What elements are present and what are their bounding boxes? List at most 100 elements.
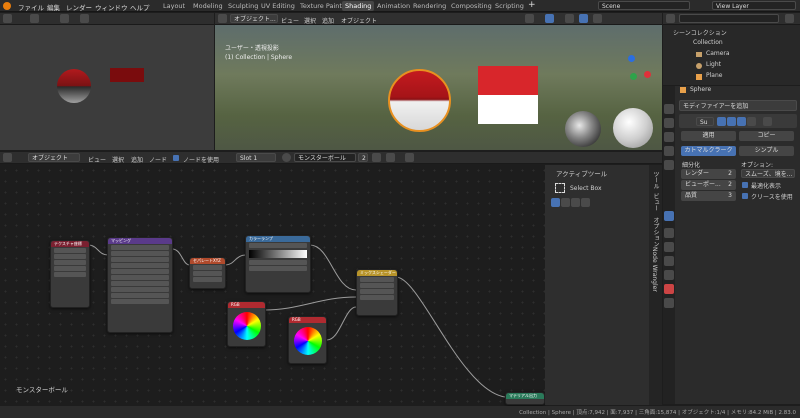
render-tab-icon[interactable] <box>664 118 674 128</box>
use-crease-checkbox[interactable] <box>742 193 748 199</box>
particles-tab-icon[interactable] <box>664 228 674 238</box>
menu-render[interactable]: レンダー <box>66 2 92 12</box>
tab-texture-paint[interactable]: Texture Paint <box>297 1 345 11</box>
rendered-shading-icon[interactable] <box>593 14 602 23</box>
material-users-count[interactable]: 2 <box>358 153 368 162</box>
add-modifier-dropdown[interactable]: モディファイアーを追加 <box>679 100 797 111</box>
modifier-name-field[interactable]: Su <box>696 117 714 126</box>
blender-logo-icon[interactable] <box>3 2 11 10</box>
object-tab-icon[interactable] <box>664 160 674 170</box>
edit-mode-icon[interactable] <box>717 117 726 126</box>
data-tab-icon[interactable] <box>664 270 674 280</box>
select-mode-invert-icon[interactable] <box>581 198 590 207</box>
material-output-node[interactable]: マテリアル出力 <box>505 392 545 405</box>
output-tab-icon[interactable] <box>664 132 674 142</box>
menu-view[interactable]: ビュー <box>88 155 106 164</box>
tab-options[interactable]: オプション <box>651 217 660 247</box>
material-name-field[interactable]: モンスターボール <box>294 153 356 162</box>
gizmo-z-icon[interactable] <box>628 55 635 62</box>
outliner-search[interactable] <box>679 14 779 23</box>
color-ramp-node[interactable]: カラーランプ <box>245 235 311 293</box>
mix-shader-node[interactable]: ミックスシェーダー <box>356 269 398 316</box>
texture-coordinate-node[interactable]: テクスチャ座標 <box>50 240 90 308</box>
select-mode-extend-icon[interactable] <box>561 198 570 207</box>
tab-uv-editing[interactable]: UV Editing <box>258 1 298 11</box>
texture-tab-icon[interactable] <box>664 298 674 308</box>
filter-icon[interactable] <box>785 14 794 23</box>
tab-layout[interactable]: Layout <box>160 1 188 11</box>
simple-button[interactable]: シンプル <box>739 146 794 156</box>
add-workspace-icon[interactable]: + <box>528 0 536 10</box>
outliner-item-camera[interactable]: Camera <box>706 50 730 57</box>
menu-add[interactable]: 追加 <box>322 16 334 25</box>
constraints-tab-icon[interactable] <box>664 256 674 266</box>
menu-file[interactable]: ファイル <box>18 2 44 12</box>
shader-type-dropdown[interactable]: オブジェクト <box>28 153 80 162</box>
catmull-clark-button[interactable]: カトマルクラーク <box>681 146 736 156</box>
fake-user-icon[interactable] <box>372 153 381 162</box>
tab-modeling[interactable]: Modeling <box>190 1 226 11</box>
transform-pivot-icon[interactable] <box>30 14 39 23</box>
menu-help[interactable]: ヘルプ <box>130 2 150 12</box>
solid-shading-icon[interactable] <box>565 14 574 23</box>
tab-animation[interactable]: Animation <box>374 1 413 11</box>
mode-dropdown[interactable]: オブジェクト... <box>230 14 278 23</box>
apply-button[interactable]: 適用 <box>681 131 736 141</box>
outliner-item-light[interactable]: Light <box>706 61 721 68</box>
navigation-gizmo[interactable] <box>612 55 652 95</box>
mapping-node[interactable]: マッピング <box>107 237 173 333</box>
outliner-item-plane[interactable]: Plane <box>706 72 722 79</box>
modifier-tab-icon[interactable] <box>664 211 674 221</box>
tab-compositing[interactable]: Compositing <box>448 1 495 11</box>
rgb-node-red[interactable]: RGB <box>227 301 266 347</box>
separate-xyz-node[interactable]: セパレートXYZ <box>189 257 226 289</box>
outliner-item-collection[interactable]: Collection <box>693 39 723 46</box>
overlay-icon[interactable] <box>525 14 534 23</box>
select-mode-subtract-icon[interactable] <box>571 198 580 207</box>
left-viewport[interactable] <box>0 13 214 150</box>
slot-dropdown[interactable]: Slot 1 <box>236 153 276 162</box>
viewport-display-icon[interactable] <box>727 117 736 126</box>
tab-view[interactable]: ビュー <box>651 193 660 211</box>
tab-tool[interactable]: ツール <box>651 171 660 189</box>
material-browse-icon[interactable] <box>282 153 291 162</box>
uv-smooth-dropdown[interactable]: スムーズ、境を... <box>741 169 795 178</box>
plane-object[interactable] <box>478 66 538 124</box>
node-canvas[interactable]: テクスチャ座標 マッピング セパレートXYZ カラーランプ ミックスシェーダー … <box>0 165 545 405</box>
editor-type-icon[interactable] <box>3 153 12 162</box>
new-material-icon[interactable] <box>386 153 395 162</box>
outliner-type-icon[interactable] <box>666 14 675 23</box>
render-display-icon[interactable] <box>737 117 746 126</box>
rgb-node-white[interactable]: RGB <box>288 316 327 364</box>
menu-window[interactable]: ウィンドウ <box>95 2 128 12</box>
tab-sculpting[interactable]: Sculpting <box>225 1 261 11</box>
remove-modifier-icon[interactable] <box>763 117 772 126</box>
viewport-levels-field[interactable]: ビューポー... 2 <box>681 180 736 190</box>
scene-selector[interactable]: Scene <box>598 1 690 10</box>
menu-select[interactable]: 選択 <box>112 155 124 164</box>
menu-select[interactable]: 選択 <box>304 16 316 25</box>
tab-rendering[interactable]: Rendering <box>410 1 449 11</box>
pin-icon[interactable] <box>405 153 414 162</box>
optimal-display-checkbox[interactable] <box>742 182 748 188</box>
menu-add[interactable]: 追加 <box>131 155 143 164</box>
outliner-scene-collection[interactable]: シーンコレクション <box>673 28 727 37</box>
quality-field[interactable]: 品質 3 <box>681 191 736 201</box>
modifier-dropdown-icon[interactable] <box>747 117 756 126</box>
menu-node[interactable]: ノード <box>149 155 167 164</box>
snap-icon[interactable] <box>60 14 69 23</box>
main-viewport[interactable]: オブジェクト... ビュー 選択 追加 オブジェクト ユーザー・透視投影 (1)… <box>215 13 662 150</box>
view-layer-selector[interactable]: View Layer <box>712 1 796 10</box>
select-box-icon[interactable] <box>555 183 565 193</box>
copy-button[interactable]: コピー <box>739 131 794 141</box>
proportional-edit-icon[interactable] <box>80 14 89 23</box>
menu-edit[interactable]: 編集 <box>47 2 60 12</box>
use-nodes-checkbox[interactable] <box>173 155 179 161</box>
scene-tab-icon[interactable] <box>664 146 674 156</box>
select-mode-set-icon[interactable] <box>551 198 560 207</box>
gizmo-y-icon[interactable] <box>630 73 637 80</box>
menu-view[interactable]: ビュー <box>281 16 299 25</box>
material-preview-icon[interactable] <box>579 14 588 23</box>
tab-shading[interactable]: Shading <box>342 1 375 11</box>
editor-type-icon[interactable] <box>218 14 227 23</box>
